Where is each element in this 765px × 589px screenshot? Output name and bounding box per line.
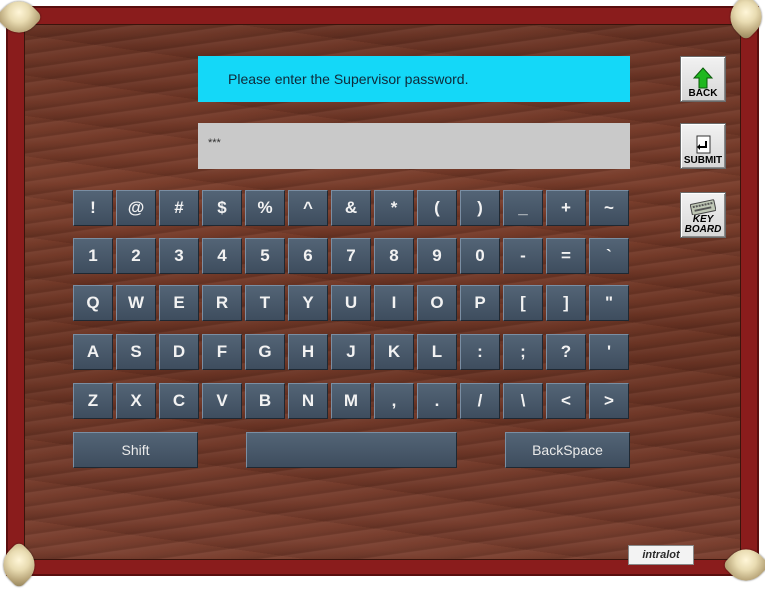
key[interactable]: " — [589, 285, 629, 321]
key[interactable]: I — [374, 285, 414, 321]
password-field[interactable]: *** — [198, 123, 630, 169]
key[interactable]: F — [202, 334, 242, 370]
key[interactable]: E — [159, 285, 199, 321]
key[interactable]: @ — [116, 190, 156, 226]
key[interactable]: Z — [73, 383, 113, 419]
up-arrow-icon — [692, 67, 714, 89]
key[interactable]: & — [331, 190, 371, 226]
key[interactable]: H — [288, 334, 328, 370]
key[interactable]: B — [245, 383, 285, 419]
key[interactable]: S — [116, 334, 156, 370]
key[interactable]: - — [503, 238, 543, 274]
key[interactable]: ^ — [288, 190, 328, 226]
key[interactable]: W — [116, 285, 156, 321]
key[interactable]: < — [546, 383, 586, 419]
key[interactable]: M — [331, 383, 371, 419]
key[interactable]: Y — [288, 285, 328, 321]
key[interactable]: 2 — [116, 238, 156, 274]
keyboard-button[interactable]: KEY BOARD — [680, 192, 726, 238]
key[interactable]: = — [546, 238, 586, 274]
key[interactable]: V — [202, 383, 242, 419]
key[interactable]: O — [417, 285, 457, 321]
key[interactable]: 0 — [460, 238, 500, 274]
key[interactable]: C — [159, 383, 199, 419]
key[interactable]: : — [460, 334, 500, 370]
space-key[interactable] — [246, 432, 457, 468]
key[interactable]: ( — [417, 190, 457, 226]
key[interactable]: [ — [503, 285, 543, 321]
key[interactable]: K — [374, 334, 414, 370]
key[interactable]: \ — [503, 383, 543, 419]
submit-label: SUBMIT — [683, 155, 723, 166]
key[interactable]: 6 — [288, 238, 328, 274]
key[interactable]: P — [460, 285, 500, 321]
key[interactable]: , — [374, 383, 414, 419]
key[interactable]: ] — [546, 285, 586, 321]
key[interactable]: ? — [546, 334, 586, 370]
backspace-key[interactable]: BackSpace — [505, 432, 630, 468]
key[interactable]: L — [417, 334, 457, 370]
key[interactable]: ) — [460, 190, 500, 226]
key[interactable]: 1 — [73, 238, 113, 274]
key[interactable]: X — [116, 383, 156, 419]
key[interactable]: G — [245, 334, 285, 370]
key[interactable]: # — [159, 190, 199, 226]
key[interactable]: $ — [202, 190, 242, 226]
key[interactable]: A — [73, 334, 113, 370]
key[interactable]: N — [288, 383, 328, 419]
key[interactable]: D — [159, 334, 199, 370]
key[interactable]: ' — [589, 334, 629, 370]
key[interactable]: ; — [503, 334, 543, 370]
key[interactable]: T — [245, 285, 285, 321]
back-label: BACK — [688, 88, 718, 99]
key[interactable]: 4 — [202, 238, 242, 274]
key[interactable]: U — [331, 285, 371, 321]
keyboard-label-line2: BOARD — [684, 224, 722, 235]
password-prompt: Please enter the Supervisor password. — [198, 56, 630, 102]
keyboard-icon — [690, 199, 716, 215]
key[interactable]: ` — [589, 238, 629, 274]
intralot-logo: intralot — [628, 545, 694, 565]
key[interactable]: > — [589, 383, 629, 419]
key[interactable]: R — [202, 285, 242, 321]
key[interactable]: . — [417, 383, 457, 419]
key[interactable]: / — [460, 383, 500, 419]
key[interactable]: ~ — [589, 190, 629, 226]
key[interactable]: ! — [73, 190, 113, 226]
key[interactable]: * — [374, 190, 414, 226]
key[interactable]: 9 — [417, 238, 457, 274]
key[interactable]: J — [331, 334, 371, 370]
key[interactable]: Q — [73, 285, 113, 321]
key[interactable]: 5 — [245, 238, 285, 274]
document-enter-icon — [696, 135, 711, 154]
shift-key[interactable]: Shift — [73, 432, 198, 468]
key[interactable]: + — [546, 190, 586, 226]
key[interactable]: 8 — [374, 238, 414, 274]
key[interactable]: 7 — [331, 238, 371, 274]
key[interactable]: 3 — [159, 238, 199, 274]
key[interactable]: % — [245, 190, 285, 226]
back-button[interactable]: BACK — [680, 56, 726, 102]
key[interactable]: _ — [503, 190, 543, 226]
submit-button[interactable]: SUBMIT — [680, 123, 726, 169]
